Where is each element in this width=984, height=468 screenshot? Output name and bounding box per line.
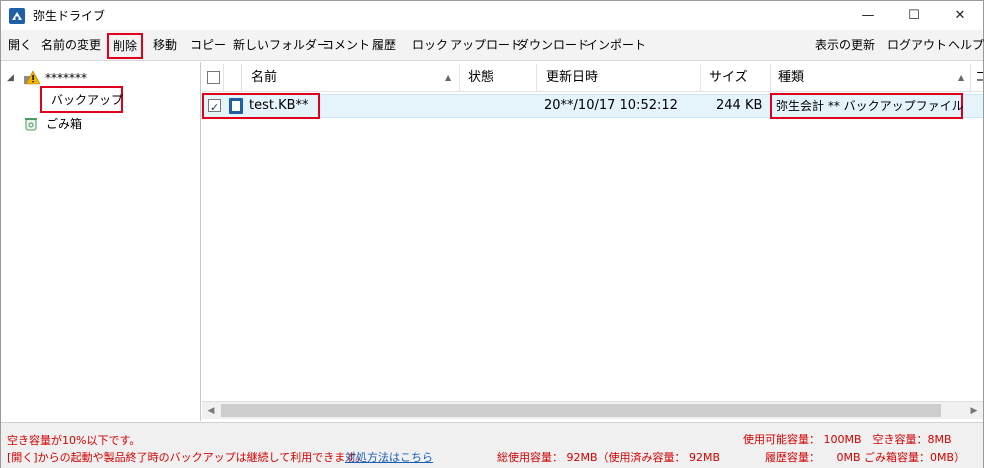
history-button[interactable]: 履歴 [372,34,396,57]
logout-button[interactable]: ログアウト [887,34,947,57]
copy-button[interactable]: コピー [190,34,226,57]
header-size[interactable]: サイズ [701,64,771,92]
yayoi-backup-file-icon [229,97,243,114]
capacity-warning: 空き容量が10%以下です。 [7,434,141,447]
header-status[interactable]: 状態 [460,64,537,92]
tree-item-trash[interactable]: ごみ箱 [24,113,82,133]
maximize-button[interactable]: ☐ [891,1,937,30]
header-updated[interactable]: 更新日時 [537,64,701,92]
tree-backup-label: バックアップ [51,93,124,107]
scrollbar-thumb[interactable] [221,404,941,417]
tree-item-backup[interactable]: バックアップ [40,86,123,113]
header-icon-column [224,64,242,92]
warning-drive-icon [24,70,41,85]
sort-ascending-icon: ▲ [958,73,965,82]
tree-root-label: ******* [45,71,87,85]
title-bar: 弥生ドライブ — ☐ ✕ [1,1,983,30]
tree-item-root[interactable]: ◢ ******* [7,68,87,88]
sort-ascending-icon: ▲ [445,73,452,82]
solution-link[interactable]: 対処方法はこちら [345,449,433,465]
history-trash-usage: 履歴容量： 0MB ごみ箱容量：0MB） [765,451,966,464]
header-select-all[interactable] [202,64,224,92]
window-title: 弥生ドライブ [33,9,106,23]
header-type[interactable]: 種類 ▲ [771,64,971,92]
refresh-button[interactable]: 表示の更新 [815,34,875,57]
rename-button[interactable]: 名前の変更 [41,34,101,57]
horizontal-scrollbar[interactable]: ◀ ▶ [202,401,983,419]
status-bar: 空き容量が10%以下です。 [開く]からの起動や製品終了時のバックアップは継続し… [1,422,983,468]
import-button[interactable]: インポート [586,34,646,57]
row-checkbox-cell[interactable] [208,95,221,119]
row-file-icon-cell [229,95,243,117]
trash-icon [25,117,37,130]
row-type: 弥生会計 ** バックアップファイル [776,99,964,113]
app-logo-icon [9,7,25,24]
upload-button[interactable]: アップロード [450,34,522,57]
row-updated: 20**/10/17 10:52:12 [544,98,678,113]
collapse-icon[interactable]: ◢ [7,73,17,83]
header-type-label: 種類 [778,70,805,85]
app-window: 弥生ドライブ — ☐ ✕ 開く 名前の変更 削除 移動 コピー 新しいフォルダー… [0,0,984,468]
close-button[interactable]: ✕ [937,1,983,30]
help-button[interactable]: ヘルプ [948,34,984,57]
usable-capacity: 使用可能容量： 100MB 空き容量：8MB [743,433,952,446]
list-header: 名前 ▲ 状態 更新日時 サイズ 種類 ▲ コ [202,64,983,92]
header-name-label: 名前 [251,70,278,85]
scroll-right-icon[interactable]: ▶ [965,402,983,420]
tree-trash-label: ごみ箱 [46,116,83,131]
lock-button[interactable]: ロック [412,34,448,57]
move-button[interactable]: 移動 [153,34,177,57]
select-all-checkbox[interactable] [207,71,220,84]
new-folder-button[interactable]: 新しいフォルダー [233,34,329,57]
file-list: 名前 ▲ 状態 更新日時 サイズ 種類 ▲ コ test.KB** 20**/1… [202,62,983,421]
download-button[interactable]: ダウンロード [517,34,589,57]
row-name[interactable]: test.KB** [249,95,309,117]
row-size: 244 KB [716,98,763,113]
total-usage: 総使用容量： 92MB（使用済み容量： 92MB [497,451,721,464]
open-button[interactable]: 開く [8,34,32,57]
minimize-button[interactable]: — [845,1,891,30]
row-checkbox[interactable] [208,97,221,119]
scroll-left-icon[interactable]: ◀ [202,402,220,420]
header-extra[interactable]: コ [971,64,983,92]
table-row[interactable]: test.KB** 20**/10/17 10:52:12 244 KB 弥生会… [202,93,983,119]
backup-notice: [開く]からの起動や製品終了時のバックアップは継続して利用できます。 [7,451,367,464]
folder-tree: ◢ ******* バックアップ ごみ箱 [1,62,201,421]
toolbar: 開く 名前の変更 削除 移動 コピー 新しいフォルダー コメント 履歴 ロック … [1,30,984,61]
header-name[interactable]: 名前 ▲ [242,64,460,92]
comment-button[interactable]: コメント [322,34,370,57]
window-controls: — ☐ ✕ [845,1,983,30]
delete-button[interactable]: 削除 [107,33,144,59]
